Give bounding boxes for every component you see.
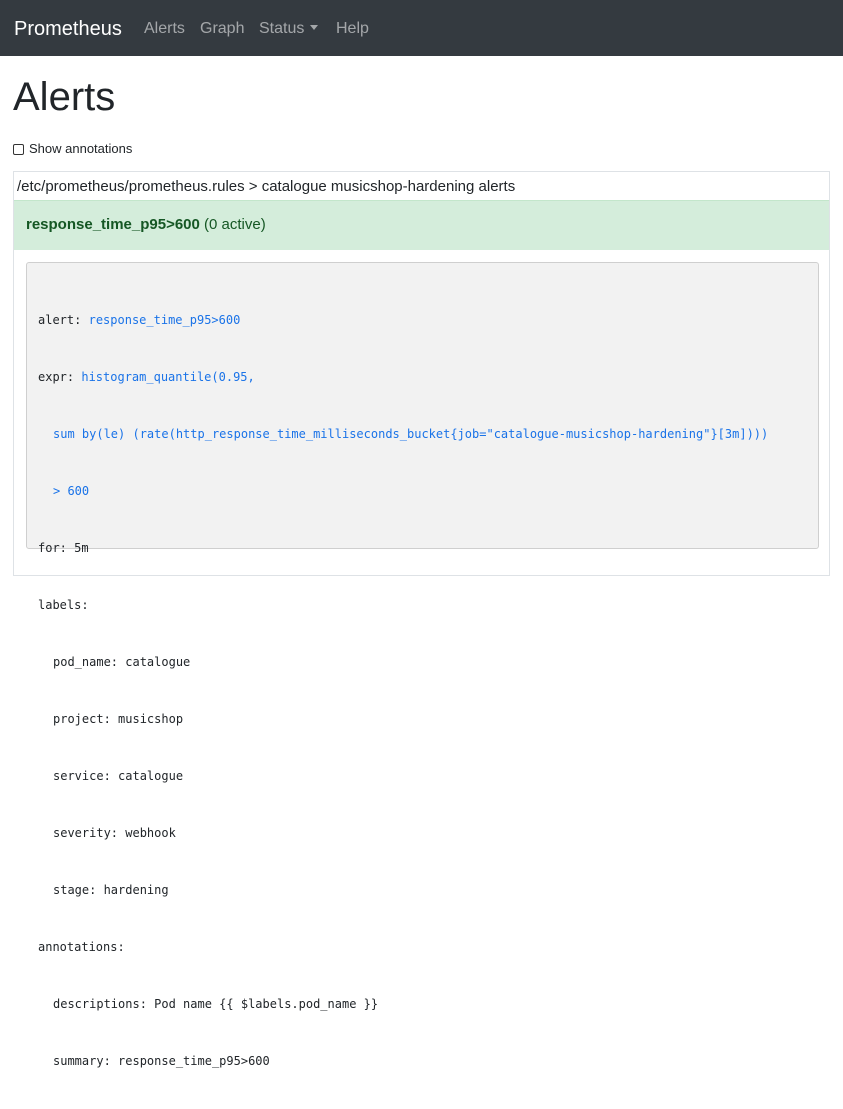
rule-alert-key: alert:: [38, 313, 82, 327]
show-annotations-label[interactable]: Show annotations: [29, 141, 132, 157]
top-navbar: Prometheus Alerts Graph Status Help: [0, 0, 843, 56]
rule-for-line: for: 5m: [38, 541, 89, 555]
alert-rule-name: response_time_p95>600: [26, 216, 200, 233]
rule-annotation-item: descriptions: Pod name {{ $labels.pod_na…: [53, 997, 379, 1011]
show-annotations-control[interactable]: Show annotations: [13, 141, 132, 157]
rule-label-item: project: musicshop: [53, 712, 184, 726]
brand-link[interactable]: Prometheus: [14, 17, 122, 41]
rule-labels-key: labels:: [38, 598, 89, 612]
rule-expr-link-1[interactable]: histogram_quantile(0.95,: [81, 370, 254, 384]
nav-help[interactable]: Help: [336, 19, 369, 39]
show-annotations-checkbox[interactable]: [13, 143, 24, 155]
nav-status-label: Status: [259, 20, 305, 37]
rule-label-item: stage: hardening: [53, 883, 169, 897]
alert-active-count: (0 active): [204, 216, 266, 233]
alert-rule-title[interactable]: response_time_p95>600 (0 active): [26, 216, 266, 234]
rule-alert-link[interactable]: response_time_p95>600: [89, 313, 241, 327]
page-title: Alerts: [13, 75, 116, 119]
rule-expr-line-3: > 600: [38, 482, 768, 501]
rule-annotations-key: annotations:: [38, 940, 125, 954]
alert-rule-definition: alert: response_time_p95>600 expr: histo…: [26, 262, 819, 1068]
rule-label-item: severity: webhook: [53, 826, 176, 840]
chevron-down-icon: [310, 25, 319, 30]
nav-alerts[interactable]: Alerts: [144, 19, 185, 39]
rule-expr-line-2: sum by(le) (rate(http_response_time_mill…: [38, 425, 768, 444]
nav-graph[interactable]: Graph: [200, 19, 244, 39]
rule-code: alert: response_time_p95>600 expr: histo…: [38, 273, 768, 1109]
rule-label-item: pod_name: catalogue: [53, 655, 191, 669]
rule-annotation-item: summary: response_time_p95>600: [53, 1054, 270, 1068]
nav-status-dropdown[interactable]: Status: [259, 19, 319, 39]
alert-group-header: /etc/prometheus/prometheus.rules > catal…: [17, 178, 516, 195]
rule-expr-line: expr: histogram_quantile(0.95,: [38, 368, 768, 387]
alert-group-card: /etc/prometheus/prometheus.rules > catal…: [13, 171, 830, 1068]
rule-alert-line: alert: response_time_p95>600: [38, 311, 768, 330]
rule-expr-link-3[interactable]: > 600: [53, 484, 89, 498]
rule-expr-key: expr:: [38, 370, 75, 384]
rule-expr-link-2[interactable]: sum by(le) (rate(http_response_time_mill…: [53, 427, 768, 441]
rule-label-item: service: catalogue: [53, 769, 184, 783]
alert-rule-row[interactable]: response_time_p95>600 (0 active): [14, 200, 829, 250]
